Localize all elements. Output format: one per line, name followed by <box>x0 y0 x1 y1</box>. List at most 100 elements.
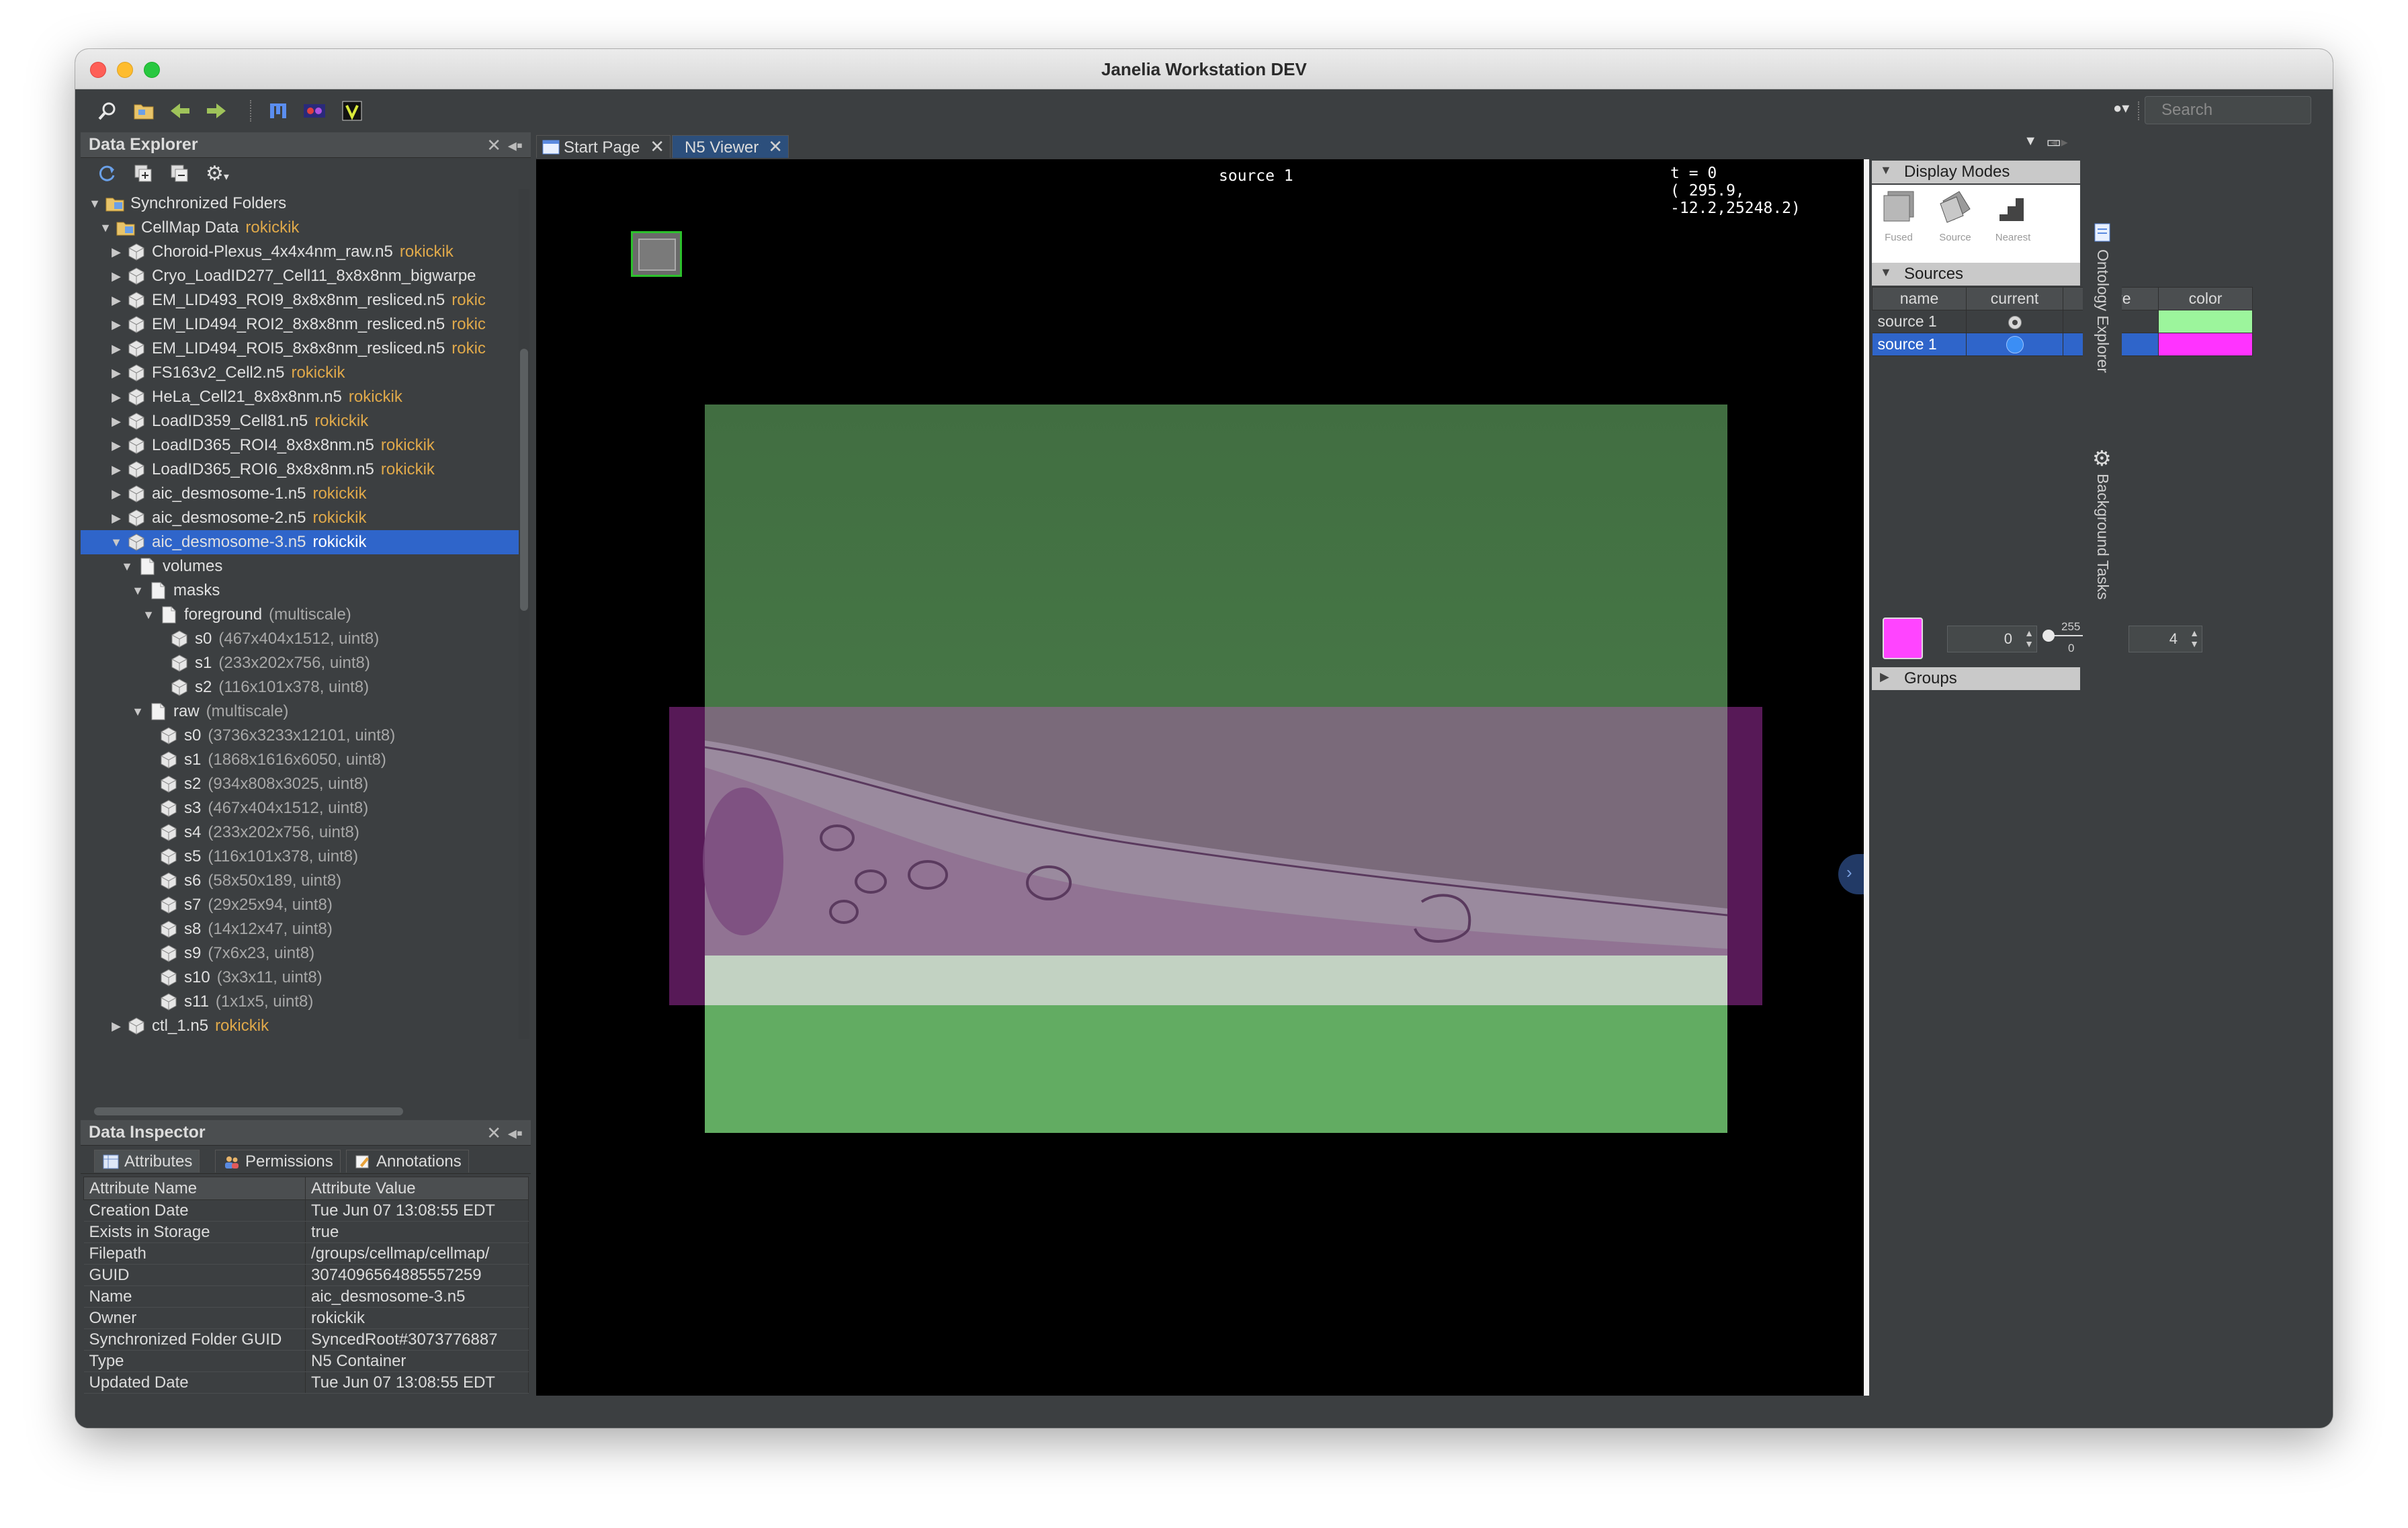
table-row[interactable]: Name aic_desmosome-3.n5 <box>83 1285 529 1308</box>
search-icon[interactable] <box>94 97 121 124</box>
search-input[interactable]: ●▾ Search <box>2113 96 2311 124</box>
minimize-panel-icon[interactable]: ◂▪ <box>508 135 523 156</box>
source-color-swatch[interactable] <box>2158 333 2253 356</box>
tree-item[interactable]: s1 (233x202x756, uint8) <box>81 651 519 675</box>
n5-viewer-icon[interactable] <box>301 97 328 124</box>
tree-item[interactable]: ▼ CellMap Data rokickik <box>81 216 519 240</box>
column-header[interactable]: Attribute Value <box>305 1177 529 1200</box>
tree-item[interactable]: s10 (3x3x11, uint8) <box>81 966 519 990</box>
minimize-panel-icon[interactable]: ◂▪ <box>508 1123 523 1144</box>
table-row[interactable]: Updated Date Tue Jun 07 13:08:55 EDT <box>83 1371 529 1394</box>
tab-list-dropdown-icon[interactable]: ▼ <box>2024 134 2037 149</box>
collapsed-arrow-icon[interactable]: ▶ <box>109 1019 124 1033</box>
current-source-radio[interactable] <box>2006 336 2024 354</box>
tree-item[interactable]: ▶ LoadID365_ROI6_8x8x8nm.n5 rokickik <box>81 458 519 482</box>
close-tab-icon[interactable]: ✕ <box>650 136 664 157</box>
tree-item[interactable]: s0 (467x404x1512, uint8) <box>81 627 519 651</box>
n5-viewer-canvas[interactable]: source 1 t = 0 ( 295.9, -12.2,25248.2) › <box>536 159 1864 1396</box>
maximize-icon[interactable]: ▭ <box>2046 132 2061 152</box>
collapsed-arrow-icon[interactable]: ▶ <box>109 390 124 405</box>
source-mode-button[interactable]: Source <box>1934 189 1977 243</box>
display-modes-header[interactable]: ▼ Display Modes <box>1872 161 2080 183</box>
tree-item[interactable]: ▶ Cryo_LoadID277_Cell11_8x8x8nm_bigwarpe <box>81 264 519 288</box>
tab-annotations[interactable]: Annotations <box>346 1150 469 1173</box>
table-row[interactable]: Creation Date Tue Jun 07 13:08:55 EDT <box>83 1199 529 1222</box>
collapsed-arrow-icon[interactable]: ▶ <box>109 269 124 284</box>
tab-n5-viewer[interactable]: N5 Viewer ✕ <box>672 135 789 158</box>
expanded-arrow-icon[interactable]: ▼ <box>98 221 113 235</box>
tree-item[interactable]: ▶ HeLa_Cell21_8x8x8nm.n5 rokickik <box>81 385 519 409</box>
min-value-spinner[interactable]: 0 ▲ ▼ <box>1947 626 2037 652</box>
expanded-arrow-icon[interactable]: ▼ <box>120 560 134 574</box>
range-slider-handle[interactable] <box>2042 630 2055 642</box>
current-source-radio[interactable] <box>2008 315 2022 329</box>
collapse-all-icon[interactable] <box>169 163 189 187</box>
tree-item[interactable]: s9 (7x6x23, uint8) <box>81 941 519 966</box>
collapsed-arrow-icon[interactable]: ▶ <box>109 366 124 380</box>
column-header[interactable]: current <box>1966 287 2063 310</box>
back-arrow-icon[interactable] <box>167 97 194 124</box>
tab-start-page[interactable]: Start Page ✕ <box>536 135 671 158</box>
tree-vertical-scrollbar[interactable] <box>519 189 529 1039</box>
background-tasks-tab[interactable]: Background Tasks <box>2094 474 2112 600</box>
spinner-arrows-icon[interactable]: ▲ ▼ <box>2024 628 2034 649</box>
viewer-divider[interactable] <box>1864 159 1869 1396</box>
spinner-arrows-icon[interactable]: ▲ ▼ <box>2190 628 2199 649</box>
gear-icon[interactable]: ⚙ <box>2092 445 2112 471</box>
tree-item[interactable]: ▶ Choroid-Plexus_4x4x4nm_raw.n5 rokickik <box>81 240 519 264</box>
column-header[interactable]: color <box>2158 287 2253 310</box>
source-row[interactable]: source 1 <box>1872 310 2253 333</box>
scrollbar-thumb[interactable] <box>520 349 528 611</box>
side-panel-toggle-handle[interactable]: › <box>1838 854 1864 894</box>
table-row[interactable]: Synchronized Folder GUID SyncedRoot#30737… <box>83 1328 529 1351</box>
tab-attributes[interactable]: Attributes <box>94 1150 200 1173</box>
fused-mode-button[interactable]: Fused <box>1877 189 1920 243</box>
column-header[interactable]: Attribute Name <box>83 1177 306 1200</box>
expand-all-icon[interactable] <box>133 163 153 187</box>
collapsed-arrow-icon[interactable]: ▶ <box>109 318 124 332</box>
tree-item[interactable]: s11 (1x1x5, uint8) <box>81 990 519 1014</box>
tree-item[interactable]: ▶ EM_LID494_ROI2_8x8x8nm_resliced.n5 rokic <box>81 312 519 337</box>
gear-icon[interactable]: ⚙▾ <box>206 162 229 185</box>
tree-item[interactable]: ▼ volumes <box>81 554 519 579</box>
tree-item[interactable]: s4 (233x202x756, uint8) <box>81 820 519 845</box>
tree-item[interactable]: ▶ ctl_1.n5 rokickik <box>81 1014 519 1038</box>
tab-permissions[interactable]: Permissions <box>215 1150 341 1173</box>
close-panel-icon[interactable]: ✕ <box>486 1123 501 1144</box>
vaa3d-icon[interactable] <box>339 97 366 124</box>
table-row[interactable]: Owner rokickik <box>83 1307 529 1329</box>
tree-item[interactable]: s2 (934x808x3025, uint8) <box>81 772 519 796</box>
forward-arrow-icon[interactable] <box>203 97 230 124</box>
tree-item[interactable]: ▶ EM_LID494_ROI5_8x8x8nm_resliced.n5 rokic <box>81 337 519 361</box>
tree-horizontal-scrollbar[interactable] <box>94 1107 403 1115</box>
expanded-arrow-icon[interactable]: ▼ <box>130 584 145 598</box>
source-row[interactable]: source 1 <box>1872 333 2253 356</box>
max-value-spinner[interactable]: 4 ▲ ▼ <box>2128 626 2202 652</box>
tree-item[interactable]: ▼ aic_desmosome-3.n5 rokickik <box>81 530 519 554</box>
collapsed-arrow-icon[interactable]: ▶ <box>109 511 124 525</box>
tree-item[interactable]: s8 (14x12x47, uint8) <box>81 917 519 941</box>
refresh-icon[interactable] <box>97 163 117 187</box>
collapsed-arrow-icon[interactable]: ▶ <box>109 415 124 429</box>
tree-item[interactable]: s7 (29x25x94, uint8) <box>81 893 519 917</box>
collapsed-arrow-icon[interactable]: ▶ <box>109 342 124 356</box>
tree-item[interactable]: ▼ masks <box>81 579 519 603</box>
tree-item[interactable]: ▼ foreground (multiscale) <box>81 603 519 627</box>
collapsed-arrow-icon[interactable]: ▶ <box>109 487 124 501</box>
close-panel-icon[interactable]: ✕ <box>486 135 501 156</box>
sources-header[interactable]: ▼ Sources <box>1872 263 2080 286</box>
expanded-arrow-icon[interactable]: ▼ <box>141 608 156 622</box>
tree-item[interactable]: ▼ raw (multiscale) <box>81 699 519 724</box>
tree-item[interactable]: ▶ aic_desmosome-2.n5 rokickik <box>81 506 519 530</box>
expanded-arrow-icon[interactable]: ▼ <box>130 705 145 719</box>
tree-item[interactable]: s2 (116x101x378, uint8) <box>81 675 519 699</box>
tree-item[interactable]: ▶ aic_desmosome-1.n5 rokickik <box>81 482 519 506</box>
collapsed-arrow-icon[interactable]: ▶ <box>109 463 124 477</box>
table-row[interactable]: Type N5 Container <box>83 1350 529 1372</box>
tree-item[interactable]: s1 (1868x1616x6050, uint8) <box>81 748 519 772</box>
tree-item[interactable]: ▶ FS163v2_Cell2.n5 rokickik <box>81 361 519 385</box>
table-row[interactable]: GUID 3074096564885557259 <box>83 1264 529 1286</box>
expanded-arrow-icon[interactable]: ▼ <box>109 536 124 550</box>
tree-item[interactable]: ▶ LoadID365_ROI4_8x8x8nm.n5 rokickik <box>81 433 519 458</box>
table-row[interactable]: Exists in Storage true <box>83 1221 529 1243</box>
